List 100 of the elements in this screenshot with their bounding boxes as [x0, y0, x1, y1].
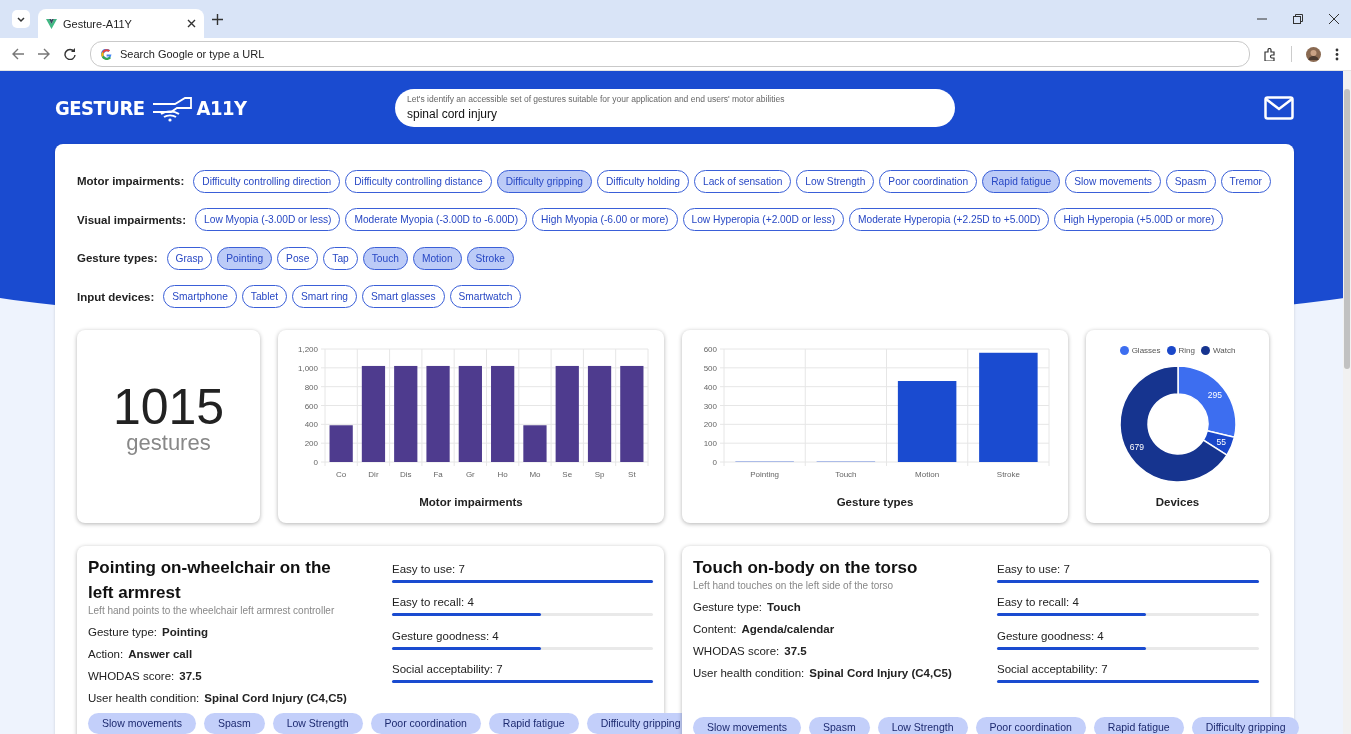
filter-chip[interactable]: Pointing [217, 246, 273, 270]
axis-label: Dis [399, 469, 412, 479]
axis-label: Touch [835, 469, 857, 479]
restore-icon[interactable] [1293, 14, 1303, 24]
menu-icon[interactable] [1335, 47, 1339, 61]
bar [523, 424, 547, 462]
rating-label: Gesture goodness: 4 [997, 629, 1105, 644]
rating-label: Gesture goodness: 4 [392, 629, 500, 644]
axis-label: Gr [465, 469, 475, 479]
impairment-tag: Low Strength [877, 716, 968, 734]
axis-label: Stroke [996, 469, 1020, 479]
axis-label: Fa [433, 469, 443, 479]
detail-value: 37.5 [179, 669, 202, 682]
profile-avatar-icon[interactable] [1306, 46, 1321, 62]
rating-label: Easy to recall: 4 [392, 596, 475, 610]
filter-chip[interactable]: High Myopia (-6.00 or more) [532, 208, 678, 231]
filter-chip[interactable]: Tap [323, 246, 358, 270]
axis-label: Sp [594, 469, 605, 479]
close-icon[interactable] [187, 19, 196, 28]
filter-chip[interactable]: Moderate Hyperopia (+2.25D to +5.00D) [849, 208, 1050, 231]
forward-icon[interactable] [38, 48, 50, 60]
gesture-title: Touch on-body on the torso [693, 556, 919, 579]
browser-tab[interactable]: Gesture-A11Y [38, 9, 204, 38]
axis-label: Se [562, 469, 573, 479]
filter-chip[interactable]: Moderate Myopia (-3.00D to -6.00D) [345, 208, 528, 231]
filter-label: Motor impairments: [77, 175, 185, 187]
detail-value: Touch [767, 600, 801, 613]
detail-label: User health condition: [88, 691, 200, 704]
axis-label: 800 [304, 382, 318, 392]
axis-label: 200 [703, 419, 717, 429]
axis-label: Dir [368, 469, 379, 479]
filter-chip[interactable]: Low Myopia (-3.00D or less) [195, 208, 341, 231]
address-bar[interactable]: Search Google or type a URL [90, 41, 1250, 67]
filter-chip[interactable]: Spasm [1165, 169, 1216, 193]
filter-chip[interactable]: Difficulty controlling distance [345, 169, 492, 193]
filter-chip[interactable]: Rapid fatigue [982, 169, 1061, 193]
mail-icon[interactable] [1264, 95, 1294, 120]
filter-label: Gesture types: [77, 252, 158, 264]
detail-label: WHODAS score: [88, 669, 175, 682]
back-icon[interactable] [12, 48, 24, 60]
extensions-icon[interactable] [1264, 47, 1277, 61]
filter-chip[interactable]: Tablet [241, 285, 287, 308]
axis-label: 500 [703, 363, 717, 373]
chart-title: Devices [1155, 495, 1200, 508]
filter-chip[interactable]: Smart ring [292, 285, 357, 308]
scrollbar[interactable] [1343, 71, 1351, 734]
axis-label: 1,200 [297, 344, 318, 354]
filter-chip[interactable]: Poor coordination [879, 169, 978, 193]
reload-icon[interactable] [64, 48, 76, 60]
filter-chip[interactable]: Smartwatch [449, 285, 522, 308]
detail-label: Content: [693, 622, 737, 635]
filter-chip[interactable]: Smartphone [163, 285, 237, 308]
axis-label: Co [336, 469, 347, 479]
data-label: 295 [1207, 389, 1222, 400]
close-icon[interactable] [1329, 14, 1339, 24]
impairment-tag: Slow movements [693, 716, 801, 734]
filter-label: Visual impairments: [77, 213, 187, 226]
rating-label: Social acceptability: 7 [997, 663, 1109, 677]
chart-title: Gesture types [836, 495, 914, 508]
filter-chip[interactable]: Smart glasses [362, 285, 445, 308]
axis-label: 0 [712, 457, 717, 467]
filter-chip[interactable]: Difficulty holding [597, 169, 689, 193]
filter-chip[interactable]: Motion [412, 246, 462, 270]
detail-value: Spinal Cord Injury (C4,C5) [809, 666, 952, 679]
legend-label: Watch [1213, 345, 1236, 355]
count-unit: gestures [126, 431, 211, 454]
filter-chip[interactable]: Low Strength [796, 169, 875, 193]
detail-value: Pointing [162, 625, 209, 638]
impairment-tag: Poor coordination [975, 716, 1086, 734]
filter-chip[interactable]: Difficulty controlling direction [193, 169, 341, 193]
rating-label: Easy to use: 7 [997, 562, 1071, 577]
filter-label: Input devices: [77, 290, 155, 303]
impairment-tag: Rapid fatigue [1093, 716, 1184, 734]
impairment-tag: Difficulty gripping [1191, 716, 1300, 734]
gesture-description: Left hand points to the wheelchair left armrest controller [88, 604, 336, 616]
google-icon [101, 48, 112, 60]
filter-chip[interactable]: Difficulty gripping [496, 169, 592, 193]
detail-value: Agenda/calendar [741, 622, 835, 635]
filter-chip[interactable]: Grasp [166, 246, 213, 270]
axis-label: 400 [703, 382, 717, 392]
impairment-tag: Slow movements [88, 712, 196, 734]
filter-chip[interactable]: Tremor [1220, 169, 1271, 193]
filter-chip[interactable]: Pose [277, 246, 319, 270]
rating-label: Easy to recall: 4 [997, 596, 1080, 610]
rating-label: Social acceptability: 7 [392, 663, 504, 677]
search-field[interactable]: Let's identify an accessible set of gestures suitable for your application and end users' motor abilities spinal cord injury [395, 88, 955, 127]
new-tab-icon[interactable] [212, 13, 223, 25]
detail-label: WHODAS score: [693, 644, 780, 657]
detail-value: Answer call [128, 647, 193, 660]
filter-chip[interactable]: Low Hyperopia (+2.00D or less) [682, 208, 845, 231]
filter-chip[interactable]: Touch [362, 246, 408, 270]
filter-chip[interactable]: Lack of sensation [694, 169, 792, 193]
filter-chip[interactable]: High Hyperopia (+5.00D or more) [1054, 208, 1224, 231]
filter-chip[interactable]: Stroke [466, 246, 514, 270]
legend-label: Ring [1178, 345, 1195, 355]
filter-chip[interactable]: Slow movements [1065, 169, 1161, 193]
axis-label: 600 [304, 401, 318, 410]
detail-value: 37.5 [784, 644, 807, 657]
tab-list-caret-icon[interactable] [12, 10, 30, 28]
axis-label: 600 [703, 344, 717, 354]
